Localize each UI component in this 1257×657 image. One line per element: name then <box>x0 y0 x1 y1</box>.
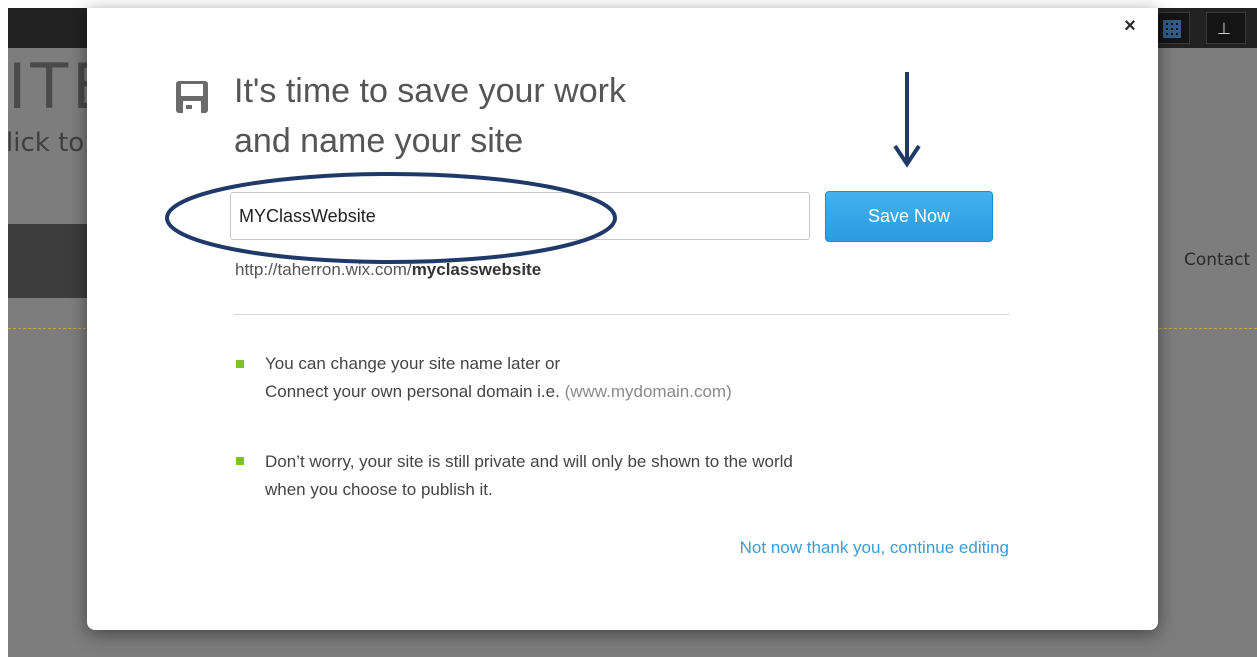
url-slug: myclasswebsite <box>411 260 542 279</box>
floppy-disk-icon <box>176 81 208 113</box>
dialog-heading: It's time to save your work and name you… <box>234 66 834 166</box>
ruler-toggle-button[interactable]: ⊥ <box>1206 12 1246 44</box>
grid-toggle-button[interactable] <box>1156 12 1190 44</box>
info-item: You can change your site name later or C… <box>265 350 1025 406</box>
info-line: when you choose to publish it. <box>265 480 493 499</box>
info-line: You can change your site name later or <box>265 354 561 373</box>
domain-example: (www.mydomain.com) <box>564 382 732 401</box>
divider <box>234 314 1009 315</box>
heading-line-2: and name your site <box>234 122 524 160</box>
site-name-input[interactable] <box>230 192 810 240</box>
nav-item-contact[interactable]: Contact <box>1184 250 1250 270</box>
ruler-icon: ⊥ <box>1217 19 1231 38</box>
save-site-dialog: × It's time to save your work and name y… <box>87 8 1158 630</box>
not-now-link[interactable]: Not now thank you, continue editing <box>631 538 1009 558</box>
info-text: Connect your own personal domain i.e. <box>265 382 565 401</box>
screen: ⊥ ITE lick to Contact × It's time to sav… <box>0 0 1257 657</box>
info-line: Connect your own personal domain i.e. (w… <box>265 378 1025 406</box>
bullet-icon <box>236 457 244 465</box>
down-arrow-icon <box>893 72 921 168</box>
grid-icon <box>1163 20 1181 38</box>
site-nav-block <box>8 224 98 298</box>
site-url-preview: http://taherron.wix.com/myclasswebsite <box>235 260 541 280</box>
heading-line-1: It's time to save your work <box>234 72 626 110</box>
close-button[interactable]: × <box>1119 14 1141 38</box>
save-now-button[interactable]: Save Now <box>825 191 993 242</box>
info-line: Don’t worry, your site is still private … <box>265 452 793 471</box>
bullet-icon <box>236 360 244 368</box>
info-item: Don’t worry, your site is still private … <box>265 448 1025 504</box>
site-subtitle-fragment: lick to <box>8 128 85 158</box>
url-prefix: http://taherron.wix.com/ <box>235 260 412 279</box>
